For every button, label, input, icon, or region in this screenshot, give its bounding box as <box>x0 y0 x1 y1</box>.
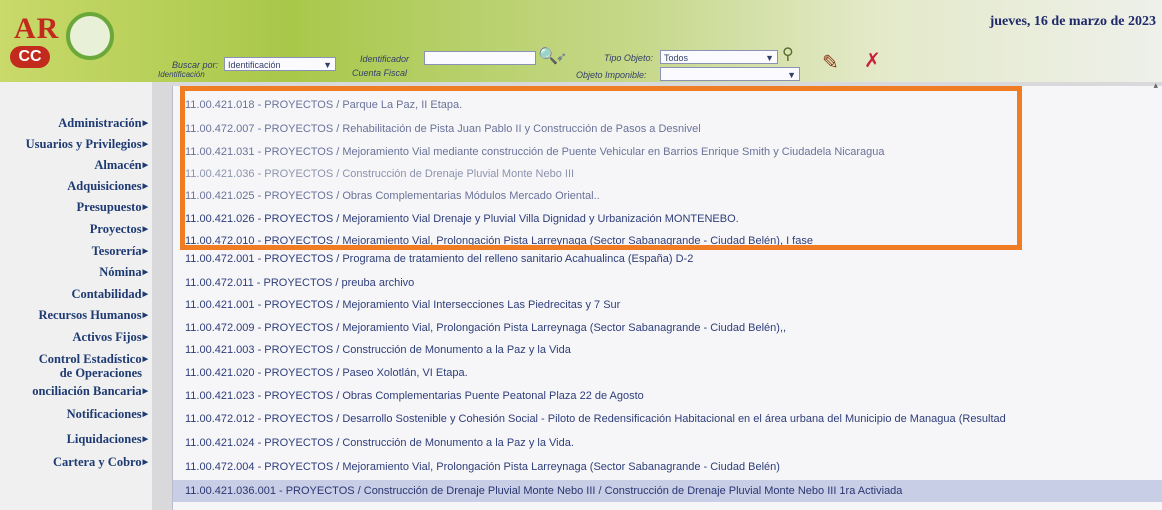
sidebar-item-label: Proyectos <box>89 222 142 236</box>
app-header: AR CC Buscar por: Identificación ▼ Ident… <box>0 0 1162 82</box>
list-item[interactable]: 11.00.472.001 - PROYECTOS / Programa de … <box>173 248 693 270</box>
chevron-right-icon: ▶ <box>142 458 148 466</box>
logo-ar-text: AR <box>14 12 60 45</box>
identificacion-label: Identificación <box>158 70 205 79</box>
sidebar-item-label: Usuarios y Privilegios <box>25 137 142 151</box>
scroll-up-arrow-icon[interactable]: ▴ <box>1153 80 1158 91</box>
list-item[interactable]: 11.00.421.003 - PROYECTOS / Construcción… <box>173 339 571 361</box>
sidebar-item-label: Presupuesto <box>76 200 142 214</box>
sidebar-item-label: Almacén <box>94 158 142 172</box>
list-item[interactable]: 11.00.472.012 - PROYECTOS / Desarrollo S… <box>173 408 1006 430</box>
list-item[interactable]: 11.00.472.007 - PROYECTOS / Rehabilitaci… <box>173 118 701 140</box>
logo-cc-badge: CC <box>10 46 50 68</box>
list-item-selected[interactable]: 11.00.421.036.001 - PROYECTOS / Construc… <box>173 480 1162 502</box>
current-date: jueves, 16 de marzo de 2023 <box>989 14 1156 29</box>
sidebar-item-usuarios[interactable]: Usuarios y Privilegios▶ <box>26 137 148 152</box>
chevron-right-icon: ▶ <box>142 268 148 276</box>
sidebar-item-recursos-humanos[interactable]: Recursos Humanos▶ <box>38 308 148 323</box>
sidebar-item-label: Recursos Humanos <box>38 308 142 322</box>
buscar-por-value: Identificación <box>228 60 281 70</box>
list-item[interactable]: 11.00.421.018 - PROYECTOS / Parque La Pa… <box>173 94 462 116</box>
chevron-right-icon: ▶ <box>142 140 148 148</box>
sidebar-item-proyectos[interactable]: Proyectos▶ <box>90 222 148 237</box>
refresh-icon[interactable]: ➶ <box>556 48 567 66</box>
sidebar-item-liquidaciones[interactable]: Liquidaciones▶ <box>67 432 148 447</box>
sidebar-item-conciliacion-bancaria[interactable]: onciliación Bancaria▶ <box>32 384 148 399</box>
list-item[interactable]: 11.00.472.011 - PROYECTOS / preuba archi… <box>173 272 414 294</box>
sidebar-item-label: Adquisiciones <box>67 179 142 193</box>
list-item[interactable]: 11.00.421.024 - PROYECTOS / Construcción… <box>173 432 574 454</box>
chevron-down-icon: ▼ <box>323 60 332 70</box>
sidebar-menu: Administración▶ Usuarios y Privilegios▶ … <box>0 82 152 510</box>
buscar-por-label: Buscar por: <box>172 60 219 70</box>
chevron-right-icon: ▶ <box>142 161 148 169</box>
edit-icon[interactable]: ✎ <box>822 53 839 73</box>
tipo-objeto-label: Tipo Objeto: <box>604 53 653 63</box>
list-item[interactable]: 11.00.421.001 - PROYECTOS / Mejoramiento… <box>173 294 620 316</box>
app-logo[interactable]: AR CC <box>8 6 114 70</box>
sidebar-item-activos-fijos[interactable]: Activos Fijos▶ <box>73 330 148 345</box>
objeto-imponible-label: Objeto Imponible: <box>576 70 647 80</box>
list-item[interactable]: 11.00.421.031 - PROYECTOS / Mejoramiento… <box>173 141 885 163</box>
cancel-icon[interactable]: ✗ <box>864 51 881 71</box>
chevron-right-icon: ▶ <box>142 387 148 395</box>
buscar-por-select[interactable]: Identificación ▼ <box>224 57 336 71</box>
sidebar-item-label: onciliación Bancaria <box>32 384 142 398</box>
list-item[interactable]: 11.00.421.026 - PROYECTOS / Mejoramiento… <box>173 208 739 230</box>
sidebar-item-administracion[interactable]: Administración▶ <box>58 116 148 131</box>
logo-circle-icon <box>66 12 114 60</box>
sidebar-item-control-estadistico[interactable]: Control Estadístico▶ <box>39 352 148 367</box>
sidebar-item-label: Activos Fijos <box>72 330 142 344</box>
identificador-label: Identificador <box>360 54 410 64</box>
chevron-right-icon: ▶ <box>142 247 148 255</box>
sidebar-item-label: Contabilidad <box>71 287 142 301</box>
sidebar-item-tesoreria[interactable]: Tesorería▶ <box>92 244 148 259</box>
tipo-objeto-select[interactable]: Todos ▼ <box>660 50 778 64</box>
chevron-right-icon: ▶ <box>142 203 148 211</box>
list-item[interactable]: 11.00.421.025 - PROYECTOS / Obras Comple… <box>173 185 600 207</box>
chevron-right-icon: ▶ <box>142 355 148 363</box>
sidebar-item-label: Tesorería <box>91 244 142 258</box>
sidebar-item-nomina[interactable]: Nómina▶ <box>99 265 148 280</box>
chevron-right-icon: ▶ <box>142 311 148 319</box>
chevron-right-icon: ▶ <box>142 225 148 233</box>
sidebar-item-label: Cartera y Cobro <box>52 455 142 469</box>
objeto-imponible-select[interactable]: ▼ <box>660 67 800 81</box>
sidebar-item-control-estadistico-line2[interactable]: de Operaciones <box>60 366 142 381</box>
list-item[interactable]: 11.00.421.020 - PROYECTOS / Paseo Xolotl… <box>173 362 468 384</box>
chevron-right-icon: ▶ <box>142 333 148 341</box>
filter-icon[interactable]: ⚲ <box>782 46 794 64</box>
chevron-right-icon: ▶ <box>142 182 148 190</box>
sidebar-item-label: Nómina <box>99 265 142 279</box>
autocomplete-results-list: 11.00.421.018 - PROYECTOS / Parque La Pa… <box>172 86 1162 510</box>
sidebar-item-label: de Operaciones <box>59 366 142 380</box>
list-item[interactable]: 11.00.421.036 - PROYECTOS / Construcción… <box>173 163 574 185</box>
chevron-right-icon: ▶ <box>142 435 148 443</box>
list-item[interactable]: 11.00.421.023 - PROYECTOS / Obras Comple… <box>173 385 644 407</box>
sidebar-item-almacen[interactable]: Almacén▶ <box>94 158 148 173</box>
cuenta-fiscal-label: Cuenta Fiscal <box>352 68 408 78</box>
chevron-down-icon: ▼ <box>765 53 774 63</box>
chevron-right-icon: ▶ <box>142 410 148 418</box>
sidebar-item-label: Administración <box>58 116 142 130</box>
chevron-right-icon: ▶ <box>142 290 148 298</box>
list-item[interactable]: 11.00.472.004 - PROYECTOS / Mejoramiento… <box>173 456 780 478</box>
sidebar-item-presupuesto[interactable]: Presupuesto▶ <box>77 200 148 215</box>
sidebar-item-adquisiciones[interactable]: Adquisiciones▶ <box>67 179 148 194</box>
sidebar-item-label: Notificaciones <box>66 407 142 421</box>
chevron-down-icon: ▼ <box>787 70 796 80</box>
sidebar-item-cartera-cobro[interactable]: Cartera y Cobro▶ <box>53 455 148 470</box>
list-item[interactable]: 11.00.472.009 - PROYECTOS / Mejoramiento… <box>173 317 786 339</box>
tipo-objeto-value: Todos <box>664 53 689 63</box>
chevron-right-icon: ▶ <box>142 119 148 127</box>
sidebar-item-notificaciones[interactable]: Notificaciones▶ <box>67 407 148 422</box>
sidebar-item-label: Liquidaciones <box>66 432 142 446</box>
sidebar-item-label: Control Estadístico <box>38 352 142 366</box>
identificador-input[interactable] <box>424 51 536 65</box>
search-icon[interactable]: 🔍 <box>538 48 558 66</box>
sidebar-item-contabilidad[interactable]: Contabilidad▶ <box>71 287 148 302</box>
